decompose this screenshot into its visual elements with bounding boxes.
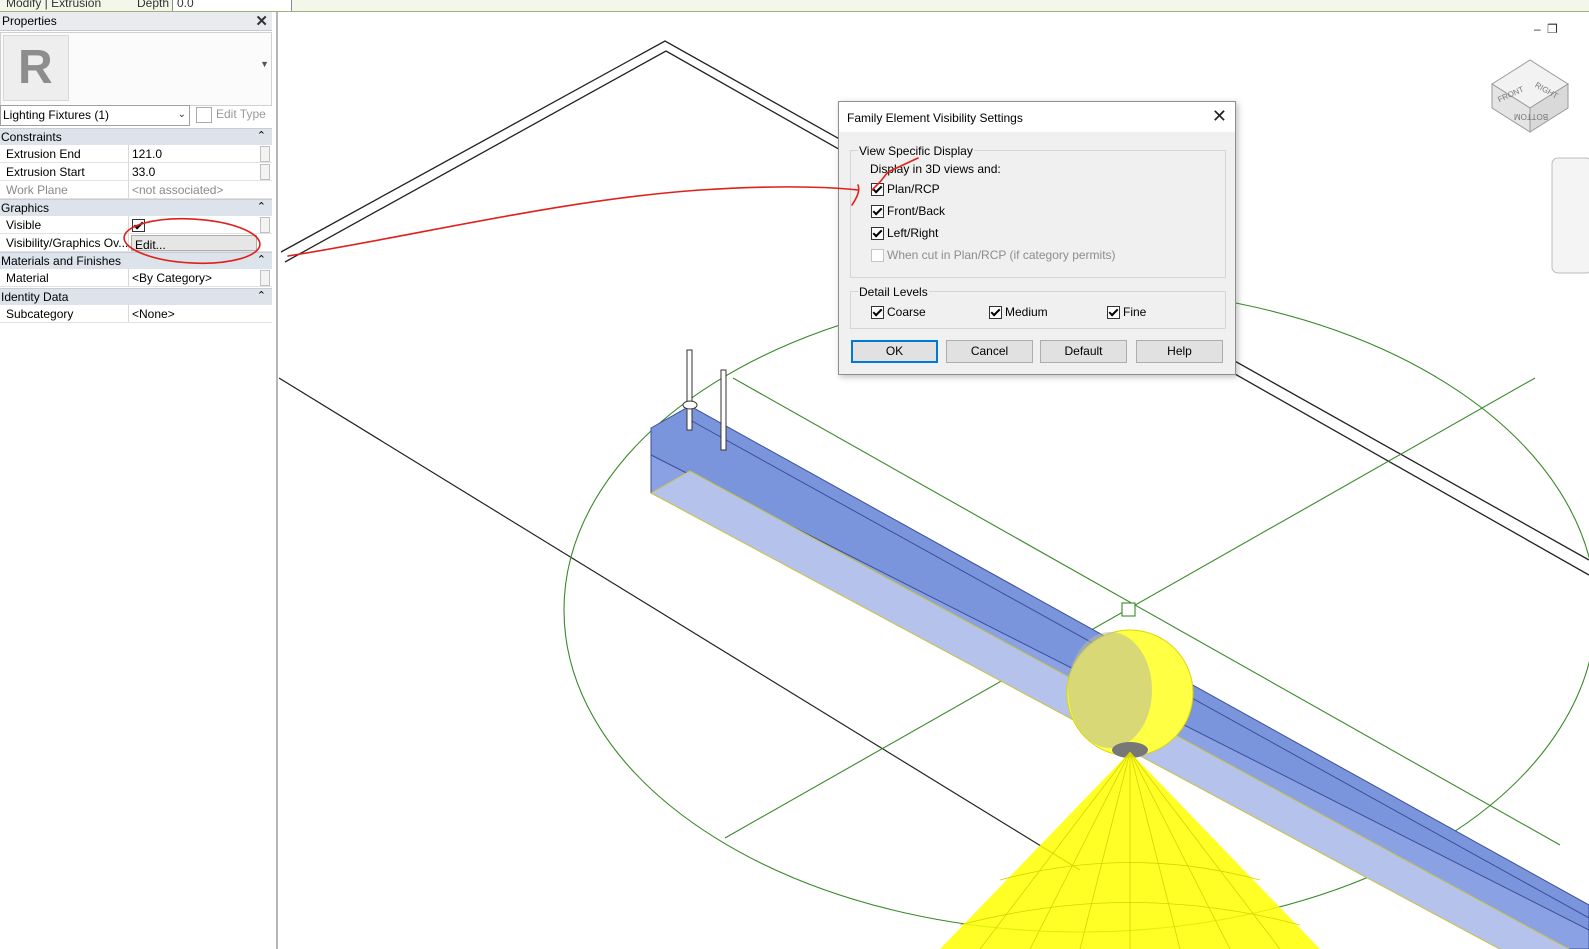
row-label: Extrusion End bbox=[6, 147, 81, 161]
row-material[interactable]: Material <By Category> bbox=[0, 269, 272, 287]
view-specific-display-label: View Specific Display bbox=[858, 144, 974, 158]
associate-parameter-button[interactable] bbox=[260, 146, 270, 162]
collapse-icon: ⌃ bbox=[256, 130, 266, 142]
display-in-3d-label: Display in 3D views and: bbox=[870, 162, 1001, 176]
row-label: Work Plane bbox=[6, 183, 68, 197]
front-back-label: Front/Back bbox=[887, 204, 946, 218]
group-label: Graphics bbox=[1, 201, 50, 215]
row-value: 33.0 bbox=[132, 165, 156, 179]
chevron-down-icon: ⌄ bbox=[177, 109, 186, 120]
row-label: Visibility/Graphics Ov... bbox=[6, 236, 129, 250]
visible-checkbox[interactable] bbox=[132, 219, 145, 235]
left-right-checkbox[interactable] bbox=[871, 227, 884, 240]
depth-value: 0.0 bbox=[177, 0, 194, 10]
family-element-visibility-dialog: Family Element Visibility Settings ✕ Vie… bbox=[838, 101, 1236, 375]
row-extrusion-end[interactable]: Extrusion End 121.0 bbox=[0, 145, 272, 163]
depth-label: Depth bbox=[137, 0, 170, 10]
default-button[interactable]: Default bbox=[1040, 340, 1127, 363]
row-label: Extrusion Start bbox=[6, 165, 85, 179]
row-label: Visible bbox=[6, 218, 42, 232]
row-value: <None> bbox=[132, 307, 175, 321]
medium-checkbox[interactable] bbox=[989, 306, 1002, 319]
group-graphics[interactable]: Graphics ⌃ bbox=[0, 199, 272, 216]
ribbon-options-bar: Modify | Extrusion Depth 0.0 bbox=[0, 0, 1589, 12]
dialog-title-bar: Family Element Visibility Settings ✕ bbox=[839, 102, 1235, 132]
coarse-checkbox[interactable] bbox=[871, 306, 884, 319]
row-visible[interactable]: Visible bbox=[0, 216, 272, 234]
when-cut-checkbox bbox=[871, 249, 884, 262]
collapse-icon: ⌃ bbox=[256, 254, 266, 266]
row-label: Subcategory bbox=[6, 307, 74, 321]
plan-rcp-checkbox[interactable] bbox=[871, 183, 884, 196]
row-visibility-graphics[interactable]: Visibility/Graphics Ov... Edit... bbox=[0, 234, 272, 252]
subcategory-field[interactable]: <None> bbox=[128, 305, 259, 322]
associate-parameter-button[interactable] bbox=[260, 164, 270, 180]
left-right-label: Left/Right bbox=[887, 226, 939, 240]
visibility-graphics-field[interactable]: Edit... bbox=[128, 234, 259, 252]
front-back-checkbox[interactable] bbox=[871, 205, 884, 218]
properties-title-bar: Properties ✕ bbox=[0, 12, 272, 31]
row-label: Material bbox=[6, 271, 49, 285]
associate-parameter-button[interactable] bbox=[260, 270, 270, 286]
row-value: <not associated> bbox=[132, 183, 224, 197]
fine-label: Fine bbox=[1123, 305, 1147, 319]
extrusion-start-field[interactable]: 33.0 bbox=[128, 163, 259, 180]
type-dropdown-arrow-icon[interactable]: ▼ bbox=[260, 59, 269, 69]
navigation-bar bbox=[1551, 157, 1589, 274]
edit-type-button[interactable]: Edit Type bbox=[196, 105, 270, 124]
material-field[interactable]: <By Category> bbox=[128, 269, 259, 286]
type-preview: R ▼ bbox=[0, 32, 272, 106]
row-work-plane: Work Plane <not associated> bbox=[0, 181, 272, 199]
group-identity[interactable]: Identity Data ⌃ bbox=[0, 288, 272, 305]
edit-button-label: Edit... bbox=[135, 238, 166, 252]
dialog-title: Family Element Visibility Settings bbox=[847, 111, 1023, 125]
minimize-view-icon[interactable]: – bbox=[1534, 22, 1541, 36]
collapse-icon: ⌃ bbox=[256, 290, 266, 302]
detail-levels-label: Detail Levels bbox=[858, 285, 929, 299]
collapse-icon: ⌃ bbox=[256, 201, 266, 213]
group-constraints[interactable]: Constraints ⌃ bbox=[0, 128, 272, 145]
ok-button[interactable]: OK bbox=[851, 340, 938, 363]
restore-view-icon[interactable]: ❐ bbox=[1547, 22, 1558, 36]
row-extrusion-start[interactable]: Extrusion Start 33.0 bbox=[0, 163, 272, 181]
properties-palette: Properties ✕ R ▼ Lighting Fixtures (1) ⌄… bbox=[0, 12, 272, 949]
properties-title: Properties bbox=[2, 14, 57, 28]
plan-rcp-label: Plan/RCP bbox=[887, 182, 940, 196]
group-materials[interactable]: Materials and Finishes ⌃ bbox=[0, 252, 272, 269]
extrusion-end-field[interactable]: 121.0 bbox=[128, 145, 259, 162]
visibility-edit-button[interactable]: Edit... bbox=[131, 235, 257, 252]
close-icon[interactable]: ✕ bbox=[255, 12, 268, 30]
row-value: <By Category> bbox=[132, 271, 213, 285]
palette-splitter[interactable] bbox=[276, 12, 278, 949]
revit-logo: R bbox=[3, 35, 69, 101]
close-icon[interactable]: ✕ bbox=[1212, 106, 1227, 127]
help-button[interactable]: Help bbox=[1136, 340, 1223, 363]
viewcube-bottom-label[interactable]: BOTTOM bbox=[1514, 112, 1548, 121]
visible-field[interactable] bbox=[128, 216, 259, 233]
row-value: 121.0 bbox=[132, 147, 163, 161]
cancel-button[interactable]: Cancel bbox=[946, 340, 1033, 363]
when-cut-label: When cut in Plan/RCP (if category permit… bbox=[887, 248, 1116, 262]
context-tab-label: Modify | Extrusion bbox=[6, 0, 102, 10]
group-label: Constraints bbox=[1, 130, 62, 144]
revit-logo-letter: R bbox=[18, 41, 53, 94]
fine-checkbox[interactable] bbox=[1107, 306, 1120, 319]
associate-parameter-button[interactable] bbox=[260, 217, 270, 233]
type-selector-value: Lighting Fixtures (1) bbox=[3, 108, 110, 122]
row-subcategory[interactable]: Subcategory <None> bbox=[0, 305, 272, 323]
depth-input[interactable]: 0.0 bbox=[172, 0, 292, 11]
type-selector-dropdown[interactable]: Lighting Fixtures (1) ⌄ bbox=[0, 105, 190, 126]
medium-label: Medium bbox=[1005, 305, 1048, 319]
edit-type-icon bbox=[196, 107, 212, 123]
coarse-label: Coarse bbox=[887, 305, 926, 319]
group-label: Identity Data bbox=[1, 290, 69, 304]
edit-type-label: Edit Type bbox=[216, 107, 266, 121]
group-label: Materials and Finishes bbox=[1, 254, 122, 268]
work-plane-field: <not associated> bbox=[128, 181, 259, 198]
